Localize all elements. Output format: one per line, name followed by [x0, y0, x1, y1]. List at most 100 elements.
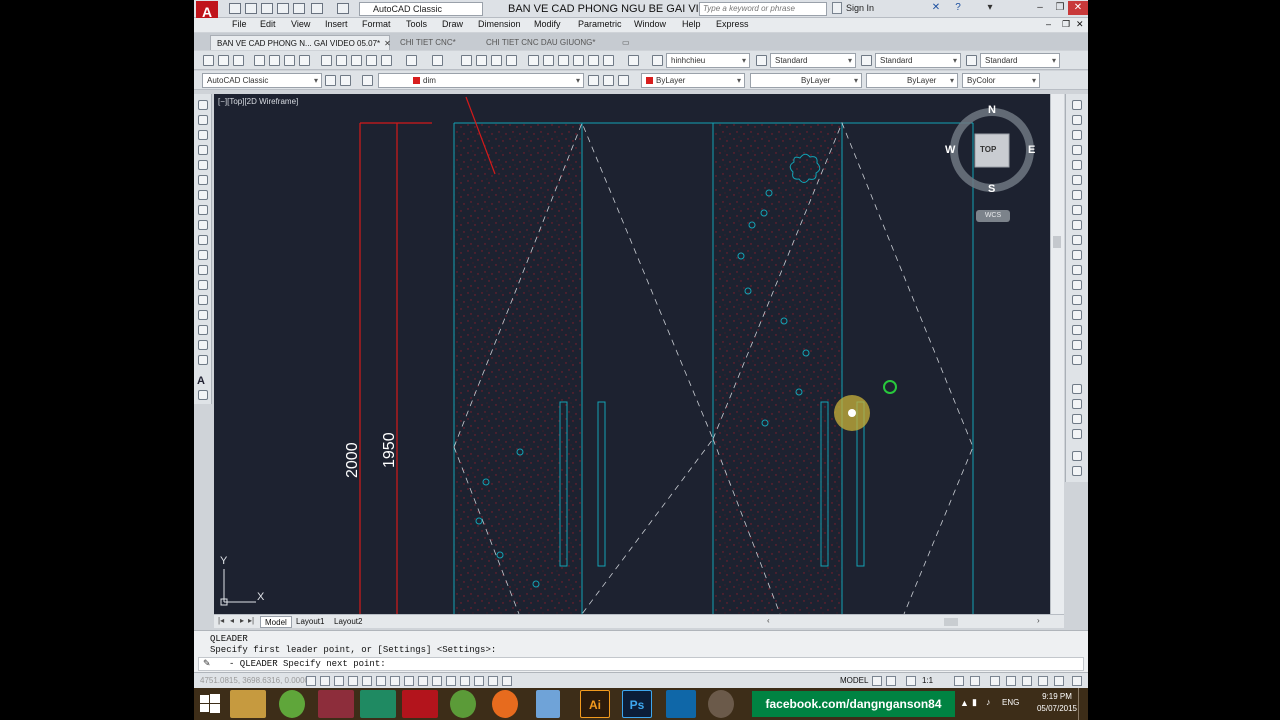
viewcube-east[interactable]: E [1028, 144, 1035, 156]
lineweight-icon[interactable] [446, 676, 456, 686]
workspace-settings-icon[interactable] [325, 75, 336, 86]
menu-tools[interactable]: Tools [406, 19, 427, 29]
grid-icon[interactable] [334, 676, 344, 686]
menu-window[interactable]: Window [634, 19, 666, 29]
ortho-icon[interactable] [348, 676, 358, 686]
polar-icon[interactable] [362, 676, 372, 686]
hatch-icon[interactable] [198, 310, 208, 320]
scale-icon[interactable] [1072, 205, 1082, 215]
tab-chi-tiet-dau-giuong[interactable]: CHI TIET CNC DAU GIUONG* [480, 35, 610, 50]
camtasia-icon[interactable] [360, 690, 396, 718]
menu-express[interactable]: Express [716, 19, 749, 29]
pan-icon[interactable] [461, 55, 472, 66]
bridge-app-icon[interactable] [666, 690, 696, 718]
extend-icon[interactable] [1072, 250, 1082, 260]
dyn-icon[interactable] [432, 676, 442, 686]
selection-cycling-icon[interactable] [488, 676, 498, 686]
break-icon[interactable] [1072, 265, 1082, 275]
status-menu-icon[interactable] [1054, 676, 1064, 686]
vertical-scrollbar[interactable] [1050, 94, 1064, 614]
annotation-visibility-icon[interactable] [954, 676, 964, 686]
workspace-select[interactable]: AutoCAD Classic [359, 2, 483, 16]
annotation-scale[interactable]: 1:1 [922, 676, 933, 685]
illustrator-icon[interactable]: Ai [580, 690, 610, 718]
scroll-left-icon[interactable]: ‹ [767, 616, 770, 625]
open-icon[interactable] [245, 3, 257, 14]
minimize-button[interactable]: – [1030, 1, 1050, 15]
prev-layout-icon[interactable]: ◂ [230, 616, 234, 625]
mleader-style-icon[interactable] [966, 55, 977, 66]
layer-select[interactable]: dim [378, 73, 584, 88]
3dosnap-icon[interactable] [390, 676, 400, 686]
construction-line-icon[interactable] [198, 115, 208, 125]
design-center-icon[interactable] [543, 55, 554, 66]
network-icon[interactable]: ▮ [972, 697, 977, 708]
ellipse-icon[interactable] [198, 235, 208, 245]
notepad-icon[interactable] [536, 690, 560, 718]
preview-icon[interactable] [269, 55, 280, 66]
last-layout-icon[interactable]: ▸| [248, 616, 254, 625]
undo-icon[interactable] [311, 3, 323, 14]
save-as-icon[interactable] [277, 3, 289, 14]
hscroll-thumb[interactable] [944, 618, 958, 626]
autocad-taskbar-icon[interactable] [402, 690, 438, 718]
menu-help[interactable]: Help [682, 19, 701, 29]
redo-icon[interactable] [432, 55, 443, 66]
cut-icon[interactable] [321, 55, 332, 66]
quick-view-layouts-icon[interactable] [872, 676, 882, 686]
3dprint-icon[interactable] [299, 55, 310, 66]
next-layout-icon[interactable]: ▸ [240, 616, 244, 625]
region-icon[interactable] [198, 340, 208, 350]
mtext-icon[interactable]: A [197, 375, 205, 387]
explode-icon[interactable] [1072, 355, 1082, 365]
tray-expand-icon[interactable]: ▲ [960, 698, 969, 708]
spline-icon[interactable] [198, 220, 208, 230]
save-icon[interactable] [233, 55, 244, 66]
gradient-icon[interactable] [198, 325, 208, 335]
undo-icon[interactable] [406, 55, 417, 66]
help-icon[interactable]: ? [948, 1, 968, 15]
transparency-icon[interactable] [460, 676, 470, 686]
tab-layout1[interactable]: Layout1 [292, 616, 328, 628]
make-current-icon[interactable] [588, 75, 599, 86]
photoshop-icon[interactable]: Ps [622, 690, 652, 718]
menu-edit[interactable]: Edit [260, 19, 276, 29]
text-style-select[interactable]: hinhchieu [666, 53, 750, 68]
screen-capture-icon[interactable] [708, 690, 734, 718]
paste-icon[interactable] [351, 55, 362, 66]
tab-layout2[interactable]: Layout2 [330, 616, 366, 628]
dim-style-select[interactable]: Standard [770, 53, 856, 68]
linetype-select[interactable]: ByLayer [750, 73, 862, 88]
make-block-icon[interactable] [198, 280, 208, 290]
annotation-monitor-icon[interactable] [502, 676, 512, 686]
doc-restore-button[interactable]: ❐ [1062, 19, 1070, 30]
scrollbar-thumb[interactable] [1053, 236, 1061, 248]
close-button[interactable]: ✕ [1068, 1, 1088, 15]
fillet-icon[interactable] [1072, 325, 1082, 335]
start-button[interactable] [200, 694, 220, 714]
exchange-icon[interactable]: ✕ [926, 1, 946, 15]
menu-insert[interactable]: Insert [325, 19, 348, 29]
quick-view-drawings-icon[interactable] [886, 676, 896, 686]
zoom-realtime-icon[interactable] [476, 55, 487, 66]
text-style-icon[interactable] [652, 55, 663, 66]
layer-state-icon[interactable] [618, 75, 629, 86]
scroll-right-icon[interactable]: › [1037, 616, 1040, 625]
copy-object-icon[interactable] [1072, 115, 1082, 125]
model-space-button[interactable]: MODEL [840, 676, 868, 685]
snap-mode-icon[interactable] [320, 676, 330, 686]
clock[interactable]: 9:19 PM 05/07/2015 [1032, 691, 1082, 715]
new-icon[interactable] [229, 3, 241, 14]
wcs-menu[interactable]: WCS [976, 210, 1010, 222]
search-input[interactable]: Type a keyword or phrase [699, 2, 827, 16]
lock-ui-icon[interactable] [1006, 676, 1016, 686]
viewcube[interactable]: N S W E TOP WCS [945, 104, 1040, 222]
isolate-objects-icon[interactable] [1038, 676, 1048, 686]
otrack-icon[interactable] [404, 676, 414, 686]
help-dropdown-icon[interactable]: ▾ [980, 1, 1000, 15]
help-icon[interactable] [628, 55, 639, 66]
array-icon[interactable] [1072, 160, 1082, 170]
menu-format[interactable]: Format [362, 19, 391, 29]
viewport-controls[interactable]: [−][Top][2D Wireframe] [218, 97, 298, 106]
layer-previous-icon[interactable] [603, 75, 614, 86]
